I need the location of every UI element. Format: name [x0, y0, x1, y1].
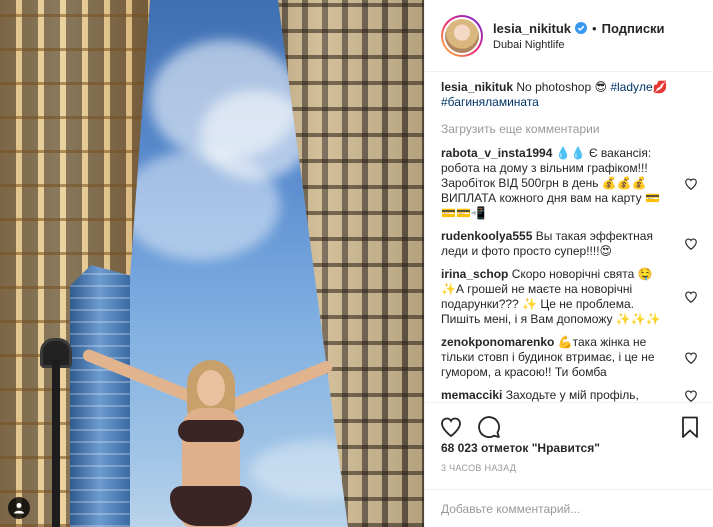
- post-header: lesia_nikituk • Подписки Dubai Nightlife: [425, 0, 713, 72]
- avatar-image: [445, 18, 479, 53]
- caption-username[interactable]: lesia_nikituk: [441, 80, 513, 94]
- hashtag-link[interactable]: #ladyле💋: [610, 80, 667, 94]
- action-bar: [425, 402, 713, 442]
- comment-item: zenokponomarenko 💪така жінка не тільки с…: [441, 335, 698, 380]
- comment-username[interactable]: zenokponomarenko: [441, 335, 554, 349]
- instagram-post: lesia_nikituk • Подписки Dubai Nightlife…: [0, 0, 713, 527]
- bookmark-icon[interactable]: [678, 415, 702, 439]
- header-row: lesia_nikituk • Подписки: [493, 21, 665, 36]
- verified-badge-icon: [575, 22, 588, 34]
- comment-username[interactable]: rudenkoolya555: [441, 229, 532, 243]
- likes-count[interactable]: 68 023 отметок "Нравится": [441, 441, 600, 455]
- caption-text: No photoshop 😎: [516, 80, 607, 94]
- comment-username[interactable]: irina_schop: [441, 267, 508, 281]
- post-photo[interactable]: [0, 0, 424, 527]
- avatar-frame: [443, 16, 481, 55]
- comment-item: rudenkoolya555 Вы такая эффектная леди и…: [441, 229, 698, 259]
- add-comment-bar: [425, 489, 713, 527]
- right-arm: [227, 359, 335, 412]
- heart-icon[interactable]: [684, 389, 698, 403]
- post-side-panel: lesia_nikituk • Подписки Dubai Nightlife…: [424, 0, 713, 527]
- comment-item: memacciki Заходьте у мій профіль,: [441, 388, 698, 402]
- comment-item: irina_schop Скоро новорічні свята 🤤 ✨А г…: [441, 267, 698, 327]
- hashtag-link[interactable]: #багиняламината: [441, 95, 539, 109]
- load-more-comments-button[interactable]: Загрузить еще комментарии: [441, 122, 698, 136]
- post-caption: lesia_nikituk No photoshop 😎 #ladyле💋 #б…: [441, 80, 698, 110]
- heart-icon[interactable]: [684, 290, 698, 304]
- comment-username[interactable]: rabota_v_insta1994: [441, 146, 552, 160]
- comment-item: rabota_v_insta1994 💧💧 Є вакансія: робота…: [441, 146, 698, 221]
- location-link[interactable]: Dubai Nightlife: [493, 39, 665, 51]
- comments-list[interactable]: lesia_nikituk No photoshop 😎 #ladyле💋 #б…: [425, 72, 713, 402]
- heart-icon[interactable]: [684, 237, 698, 251]
- street-lamp-pole: [52, 360, 60, 527]
- heart-icon[interactable]: [439, 415, 463, 439]
- post-timestamp[interactable]: 3 ЧАСОВ НАЗАД: [441, 463, 516, 473]
- comment-input[interactable]: [441, 501, 698, 516]
- bikini-top: [178, 420, 244, 442]
- following-button[interactable]: Подписки: [602, 21, 665, 36]
- comment-username[interactable]: memacciki: [441, 388, 502, 402]
- face: [197, 370, 225, 406]
- bikini-bottom: [170, 486, 252, 526]
- heart-icon[interactable]: [684, 177, 698, 191]
- heart-icon[interactable]: [684, 351, 698, 365]
- header-text: lesia_nikituk • Подписки Dubai Nightlife: [493, 21, 665, 51]
- avatar[interactable]: [441, 14, 483, 57]
- woman-figure: [60, 347, 350, 527]
- person-tag-icon[interactable]: [8, 497, 30, 519]
- author-username[interactable]: lesia_nikituk: [493, 21, 571, 36]
- comment-text: Заходьте у мій профіль,: [505, 388, 639, 402]
- separator-dot: •: [592, 20, 597, 36]
- comment-icon[interactable]: [477, 415, 501, 439]
